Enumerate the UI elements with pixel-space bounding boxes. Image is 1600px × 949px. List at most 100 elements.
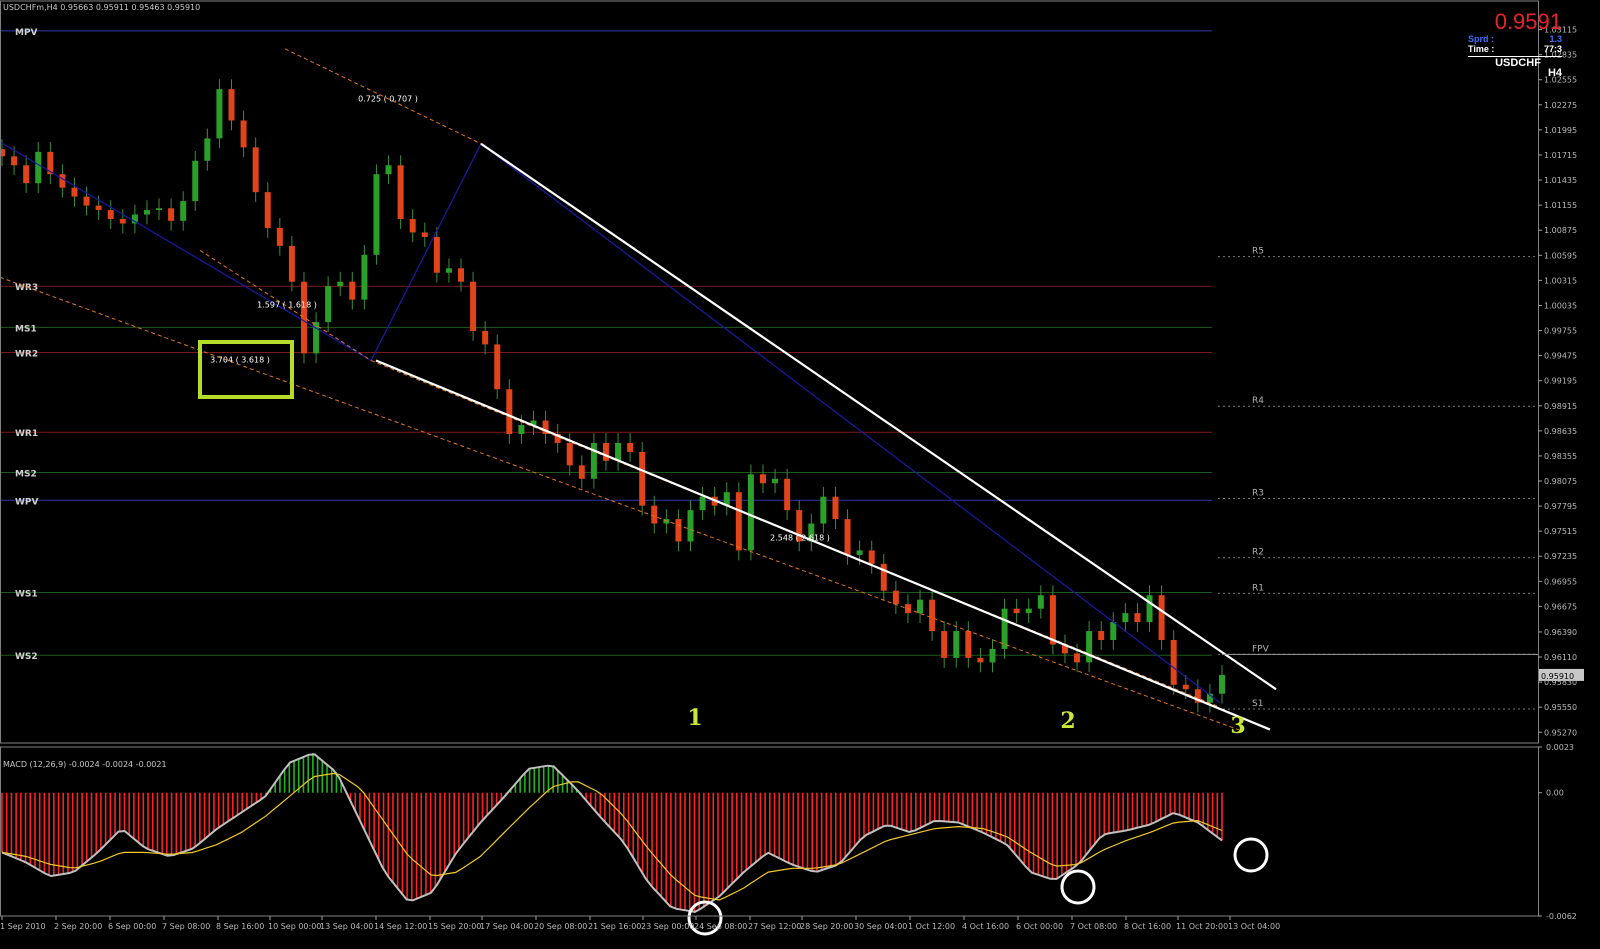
candle-body bbox=[506, 389, 513, 434]
fib-label: 0.725 ( 0.707 ) bbox=[358, 95, 418, 104]
blue-trend-line-2 bbox=[480, 143, 1221, 704]
candle-body bbox=[1122, 613, 1129, 623]
level-label-ws2: WS2 bbox=[15, 652, 38, 662]
candle-body bbox=[880, 563, 887, 591]
candle-body bbox=[651, 505, 658, 524]
candle-body bbox=[953, 631, 960, 658]
candle-body bbox=[892, 590, 899, 605]
candle-body bbox=[832, 496, 839, 520]
x-tick-label: 11 Oct 20:00 bbox=[1176, 922, 1228, 931]
candle-body bbox=[180, 201, 187, 221]
candle-body bbox=[1170, 639, 1177, 685]
right-level-label-s1: S1 bbox=[1252, 699, 1263, 709]
right-level-label-r1: R1 bbox=[1252, 583, 1264, 593]
candle-body bbox=[156, 208, 163, 211]
candle-body bbox=[639, 451, 646, 506]
candle-body bbox=[95, 205, 102, 211]
macd-highlight-circle-2 bbox=[1060, 869, 1096, 905]
macd-highlight-circle-3 bbox=[1233, 837, 1269, 873]
x-tick-label: 13 Oct 04:00 bbox=[1228, 922, 1280, 931]
y-tick-label: 1.01435 bbox=[1544, 176, 1577, 185]
candle-body bbox=[1219, 674, 1225, 694]
candle-body bbox=[687, 510, 694, 542]
spread-label: Sprd : bbox=[1468, 34, 1494, 44]
candle-body bbox=[216, 89, 223, 139]
x-tick-label: 20 Sep 08:00 bbox=[534, 922, 587, 931]
y-tick-label: 0.97795 bbox=[1544, 502, 1577, 511]
x-tick-label: 1 Sep 2010 bbox=[0, 922, 46, 931]
candle-body bbox=[941, 631, 948, 658]
candle-body bbox=[1146, 595, 1153, 623]
candle-body bbox=[433, 236, 440, 273]
bid-price: 0.9591 bbox=[1494, 9, 1562, 34]
candle-body bbox=[143, 210, 150, 215]
candle-body bbox=[1025, 608, 1032, 614]
right-level-label-r3: R3 bbox=[1252, 488, 1264, 498]
candle-body bbox=[856, 550, 863, 555]
candle-body bbox=[35, 151, 42, 184]
candle-body bbox=[1013, 608, 1020, 614]
fib-label: 1.597 ( 1.618 ) bbox=[257, 301, 317, 310]
candle-body bbox=[929, 599, 936, 632]
right-level-label-r2: R2 bbox=[1252, 548, 1264, 558]
candle-body bbox=[566, 442, 573, 466]
x-tick-label: 24 Sep 08:00 bbox=[694, 922, 747, 931]
candle-body bbox=[578, 465, 585, 479]
right-level-label-r4: R4 bbox=[1252, 396, 1264, 406]
x-tick-label: 4 Oct 16:00 bbox=[962, 922, 1009, 931]
candle-body bbox=[820, 496, 827, 524]
y-tick-label: 0.96390 bbox=[1544, 628, 1577, 637]
symbol-info-text: USDCHFm,H4 0.95663 0.95911 0.95463 0.959… bbox=[3, 3, 200, 12]
time-row: Time : 77:3 bbox=[1468, 44, 1562, 54]
fib-label: 3.704 ( 3.618 ) bbox=[210, 355, 270, 364]
y-tick-label: 1.00875 bbox=[1544, 226, 1577, 235]
fib-line bbox=[0, 276, 1244, 732]
candle-body bbox=[59, 174, 66, 188]
y-tick-label: 1.02275 bbox=[1544, 101, 1577, 110]
y-tick-label: 1.01155 bbox=[1544, 201, 1577, 210]
candle-body bbox=[385, 165, 392, 175]
wave-label-3: 3 bbox=[1230, 713, 1245, 739]
upper-wedge-line bbox=[480, 142, 1277, 691]
y-tick-label: 0.98635 bbox=[1544, 427, 1577, 436]
macd-y-tick-label: -0.0062 bbox=[1546, 912, 1577, 921]
level-label-wr3: WR3 bbox=[15, 283, 38, 293]
y-tick-label: 0.95270 bbox=[1544, 728, 1577, 737]
candle-body bbox=[989, 648, 996, 663]
x-tick-label: 28 Sep 20:00 bbox=[800, 922, 853, 931]
candle-body bbox=[1098, 631, 1105, 640]
candle-body bbox=[735, 492, 742, 551]
candle-body bbox=[844, 519, 851, 555]
candle-body bbox=[409, 219, 416, 233]
candle-body bbox=[759, 474, 766, 484]
candle-body bbox=[917, 599, 924, 614]
wave-label-2: 2 bbox=[1060, 708, 1075, 734]
candle-body bbox=[337, 281, 344, 287]
candle-body bbox=[590, 442, 597, 479]
candle-body bbox=[494, 344, 501, 390]
x-tick-label: 6 Sep 00:00 bbox=[108, 922, 156, 931]
candle-body bbox=[204, 138, 211, 161]
forex-chart: MPV WR3 MS1 WR2 WR1 MS2 WPV WS1 WS2 R5 R4 R3 R2 R1 FPV… bbox=[0, 0, 1584, 936]
x-tick-label: 27 Sep 12:00 bbox=[748, 922, 801, 931]
y-tick-label: 1.01995 bbox=[1544, 126, 1577, 135]
y-tick-label: 1.00315 bbox=[1544, 276, 1577, 285]
time-value: 77:3 bbox=[1543, 44, 1562, 54]
candle-body bbox=[627, 442, 634, 452]
lower-wedge-line bbox=[375, 359, 1271, 731]
candle-body bbox=[240, 120, 247, 148]
candle-body bbox=[1134, 613, 1141, 623]
candle-body bbox=[1001, 608, 1008, 649]
x-tick-label: 10 Sep 00:00 bbox=[268, 922, 321, 931]
candle-body bbox=[1074, 653, 1081, 663]
fib-label: 2.548 ( 2.618 ) bbox=[770, 534, 830, 543]
candles bbox=[0, 79, 1225, 713]
candle-body bbox=[602, 442, 609, 461]
blue-zigzag bbox=[370, 143, 482, 361]
y-tick-label: 0.95550 bbox=[1544, 703, 1577, 712]
candle-body bbox=[615, 442, 622, 461]
x-tick-label: 30 Sep 04:00 bbox=[854, 922, 907, 931]
candle-body bbox=[772, 478, 779, 484]
level-label-ms2: MS2 bbox=[15, 469, 37, 479]
candle-body bbox=[83, 196, 90, 206]
